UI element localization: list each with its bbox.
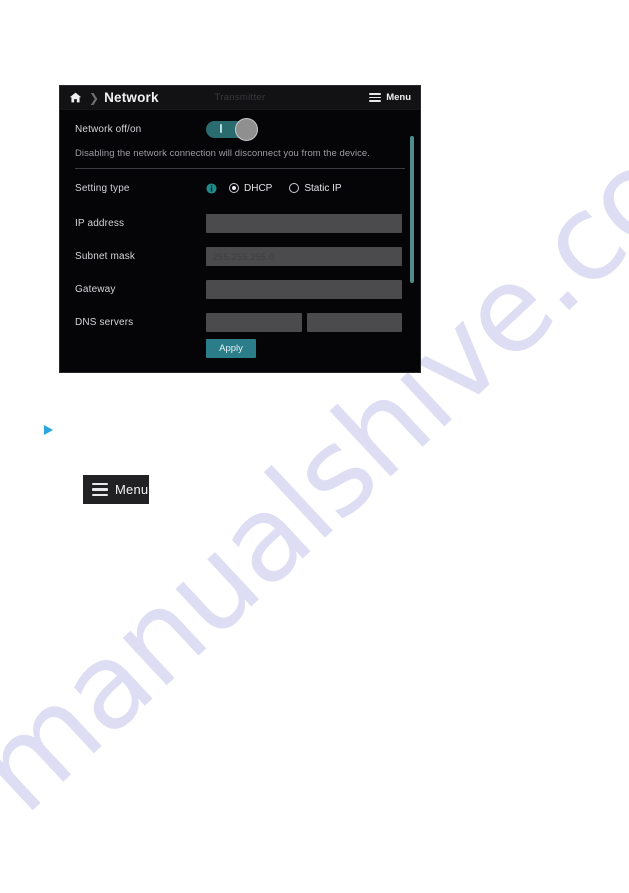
radio-dhcp-icon[interactable] — [229, 183, 239, 193]
apply-button[interactable]: Apply — [206, 339, 256, 358]
info-icon[interactable] — [206, 182, 217, 194]
apply-row: Apply — [60, 339, 420, 372]
breadcrumb-separator-icon: ❯ — [89, 90, 100, 105]
radio-option-dhcp-label: DHCP — [244, 182, 273, 194]
network-toggle[interactable] — [206, 117, 258, 141]
panel-body: Network off/on Disabling the network con… — [60, 110, 420, 372]
home-icon[interactable] — [69, 91, 82, 104]
radio-option-static-ip[interactable]: Static IP — [289, 182, 342, 194]
network-toggle-row: Network off/on — [60, 110, 420, 148]
ip-address-input[interactable] — [206, 214, 402, 233]
menu-button-label: Menu — [386, 92, 411, 103]
subnet-mask-row: Subnet mask 255.255.255.0 — [60, 240, 420, 273]
dns-primary-input[interactable] — [206, 313, 302, 332]
toggle-knob[interactable] — [235, 117, 258, 141]
panel-scrollbar[interactable] — [410, 136, 414, 364]
gateway-label: Gateway — [75, 284, 116, 295]
device-screenshot-panel: ❯ Network Transmitter Menu Network off/o… — [59, 85, 421, 373]
network-hint-text: Disabling the network connection will di… — [75, 148, 370, 159]
setting-type-row: Setting type DHCP Static IP — [60, 169, 420, 207]
panel-scrollbar-thumb[interactable] — [410, 136, 414, 283]
menu-button[interactable]: Menu — [369, 91, 411, 104]
toggle-on-mark-icon — [220, 124, 222, 133]
hamburger-icon — [369, 91, 382, 104]
page-title: Network — [104, 89, 159, 105]
dns-secondary-input[interactable] — [306, 313, 402, 332]
ip-address-row: IP address — [60, 207, 420, 240]
network-toggle-label: Network off/on — [75, 123, 142, 135]
panel-header: ❯ Network Transmitter Menu — [60, 86, 420, 110]
subnet-mask-input[interactable]: 255.255.255.0 — [206, 247, 402, 266]
dns-servers-row: DNS servers — [60, 306, 420, 339]
setting-type-label: Setting type — [75, 182, 130, 194]
dns-servers-inputs — [206, 313, 402, 332]
radio-static-ip-icon[interactable] — [289, 183, 300, 193]
ip-address-label: IP address — [75, 218, 125, 229]
dns-servers-label: DNS servers — [75, 317, 134, 328]
triangle-right-icon — [44, 425, 53, 435]
inline-menu-chip[interactable]: Menu — [83, 475, 149, 504]
radio-option-static-ip-label: Static IP — [304, 182, 342, 194]
radio-option-dhcp[interactable]: DHCP — [229, 183, 272, 194]
subnet-mask-label: Subnet mask — [75, 251, 136, 262]
gateway-input[interactable] — [206, 280, 402, 299]
gateway-row: Gateway — [60, 273, 420, 306]
inline-menu-chip-label: Menu — [115, 482, 149, 497]
hamburger-icon — [92, 480, 108, 500]
